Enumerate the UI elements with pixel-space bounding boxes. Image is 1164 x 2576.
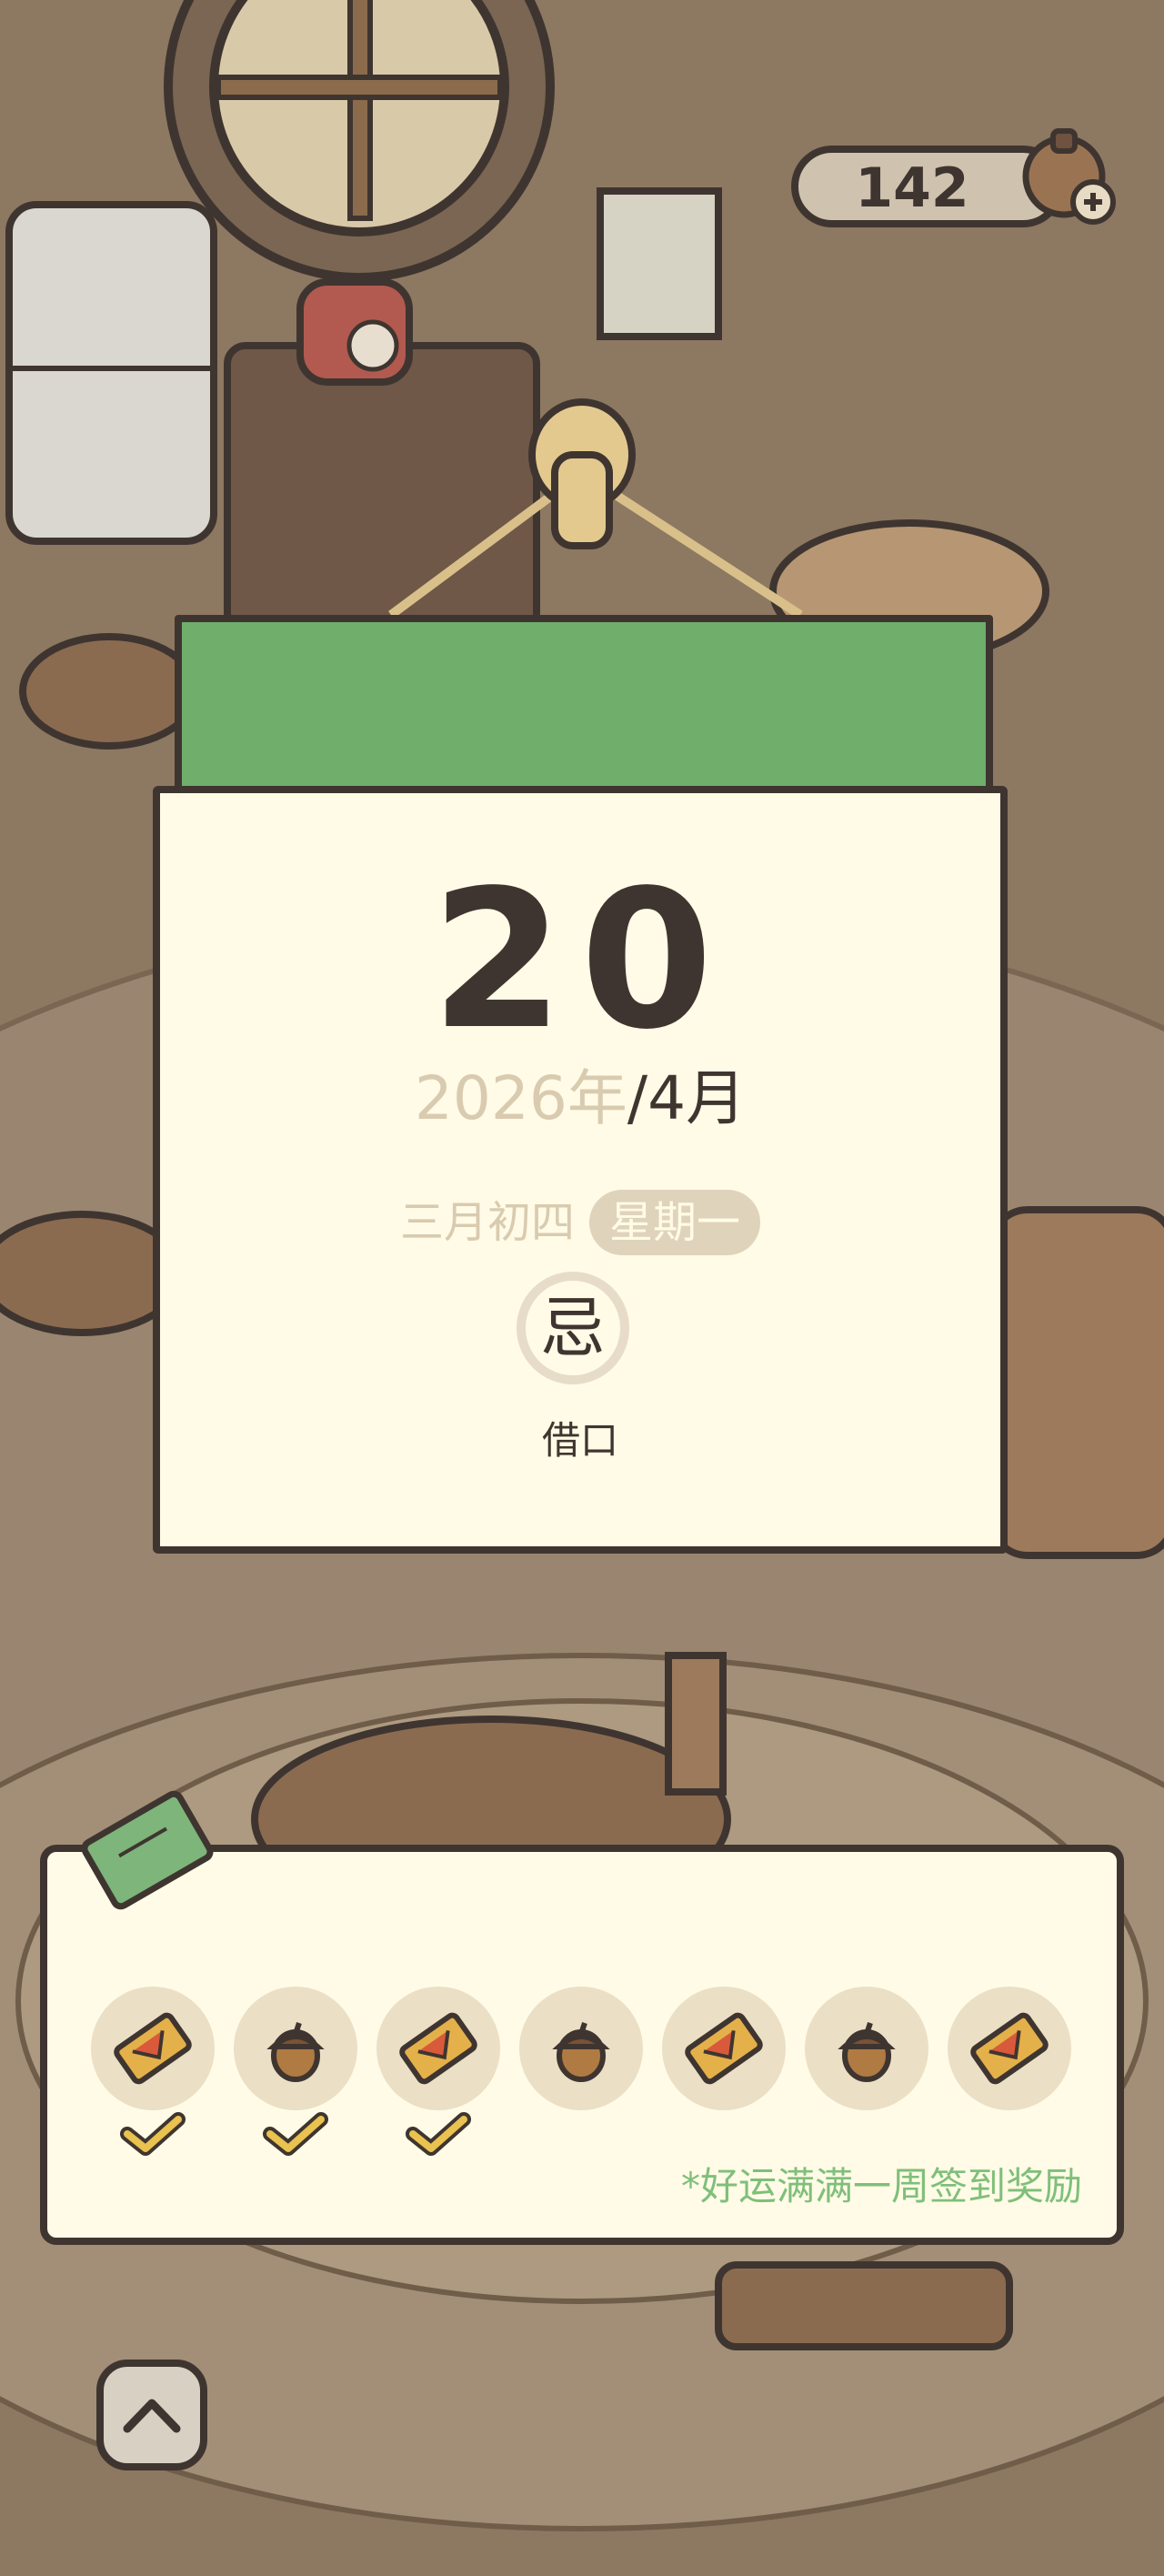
reward-slot[interactable] [662,1987,786,2110]
reward-slot[interactable] [948,1987,1071,2110]
reward-slot[interactable] [805,1987,928,2110]
acorn-icon [838,2022,896,2082]
checkmark-icon [120,2112,186,2156]
reward-slot[interactable] [91,1987,215,2110]
day-number: 20 [430,849,730,1072]
lunar-row: 三月初四 星期一 [153,1190,1008,1255]
weekday-badge: 星期一 [589,1190,761,1255]
rewards-note: *好运满满一周签到奖励 [680,2164,1082,2209]
acorn-icon [266,2022,325,2082]
ticket-icon [114,2012,192,2085]
scroll-up-button[interactable] [96,2360,207,2470]
chevron-up-icon [123,2399,181,2433]
ticket-icon [399,2012,477,2085]
ticket-icon [970,2012,1049,2085]
lunar-date: 三月初四 [399,1197,575,1248]
reward-slot[interactable] [234,1987,357,2110]
year-label: 2026年 [414,1063,627,1133]
acorn-count: 142 [855,156,969,220]
acorn-icon [552,2022,610,2082]
ticket-icon [685,2012,763,2085]
daily-calendar: 20 2026年/4月 三月初四 星期一 忌 借口 [153,615,1008,1554]
taboo-text: 借口 [541,1418,618,1463]
checkmark-icon [406,2112,471,2156]
checkmark-icon [263,2112,328,2156]
reward-slot[interactable] [519,1987,643,2110]
year-month: 2026年/4月 [153,1062,1008,1135]
calendar-header [175,615,993,797]
reward-slot[interactable] [376,1987,500,2110]
month-label: /4月 [627,1063,747,1133]
taboo-badge: 忌 [517,1272,629,1384]
ticket-sticker-icon [81,1790,214,1910]
acorn-add-icon[interactable] [1018,126,1119,226]
